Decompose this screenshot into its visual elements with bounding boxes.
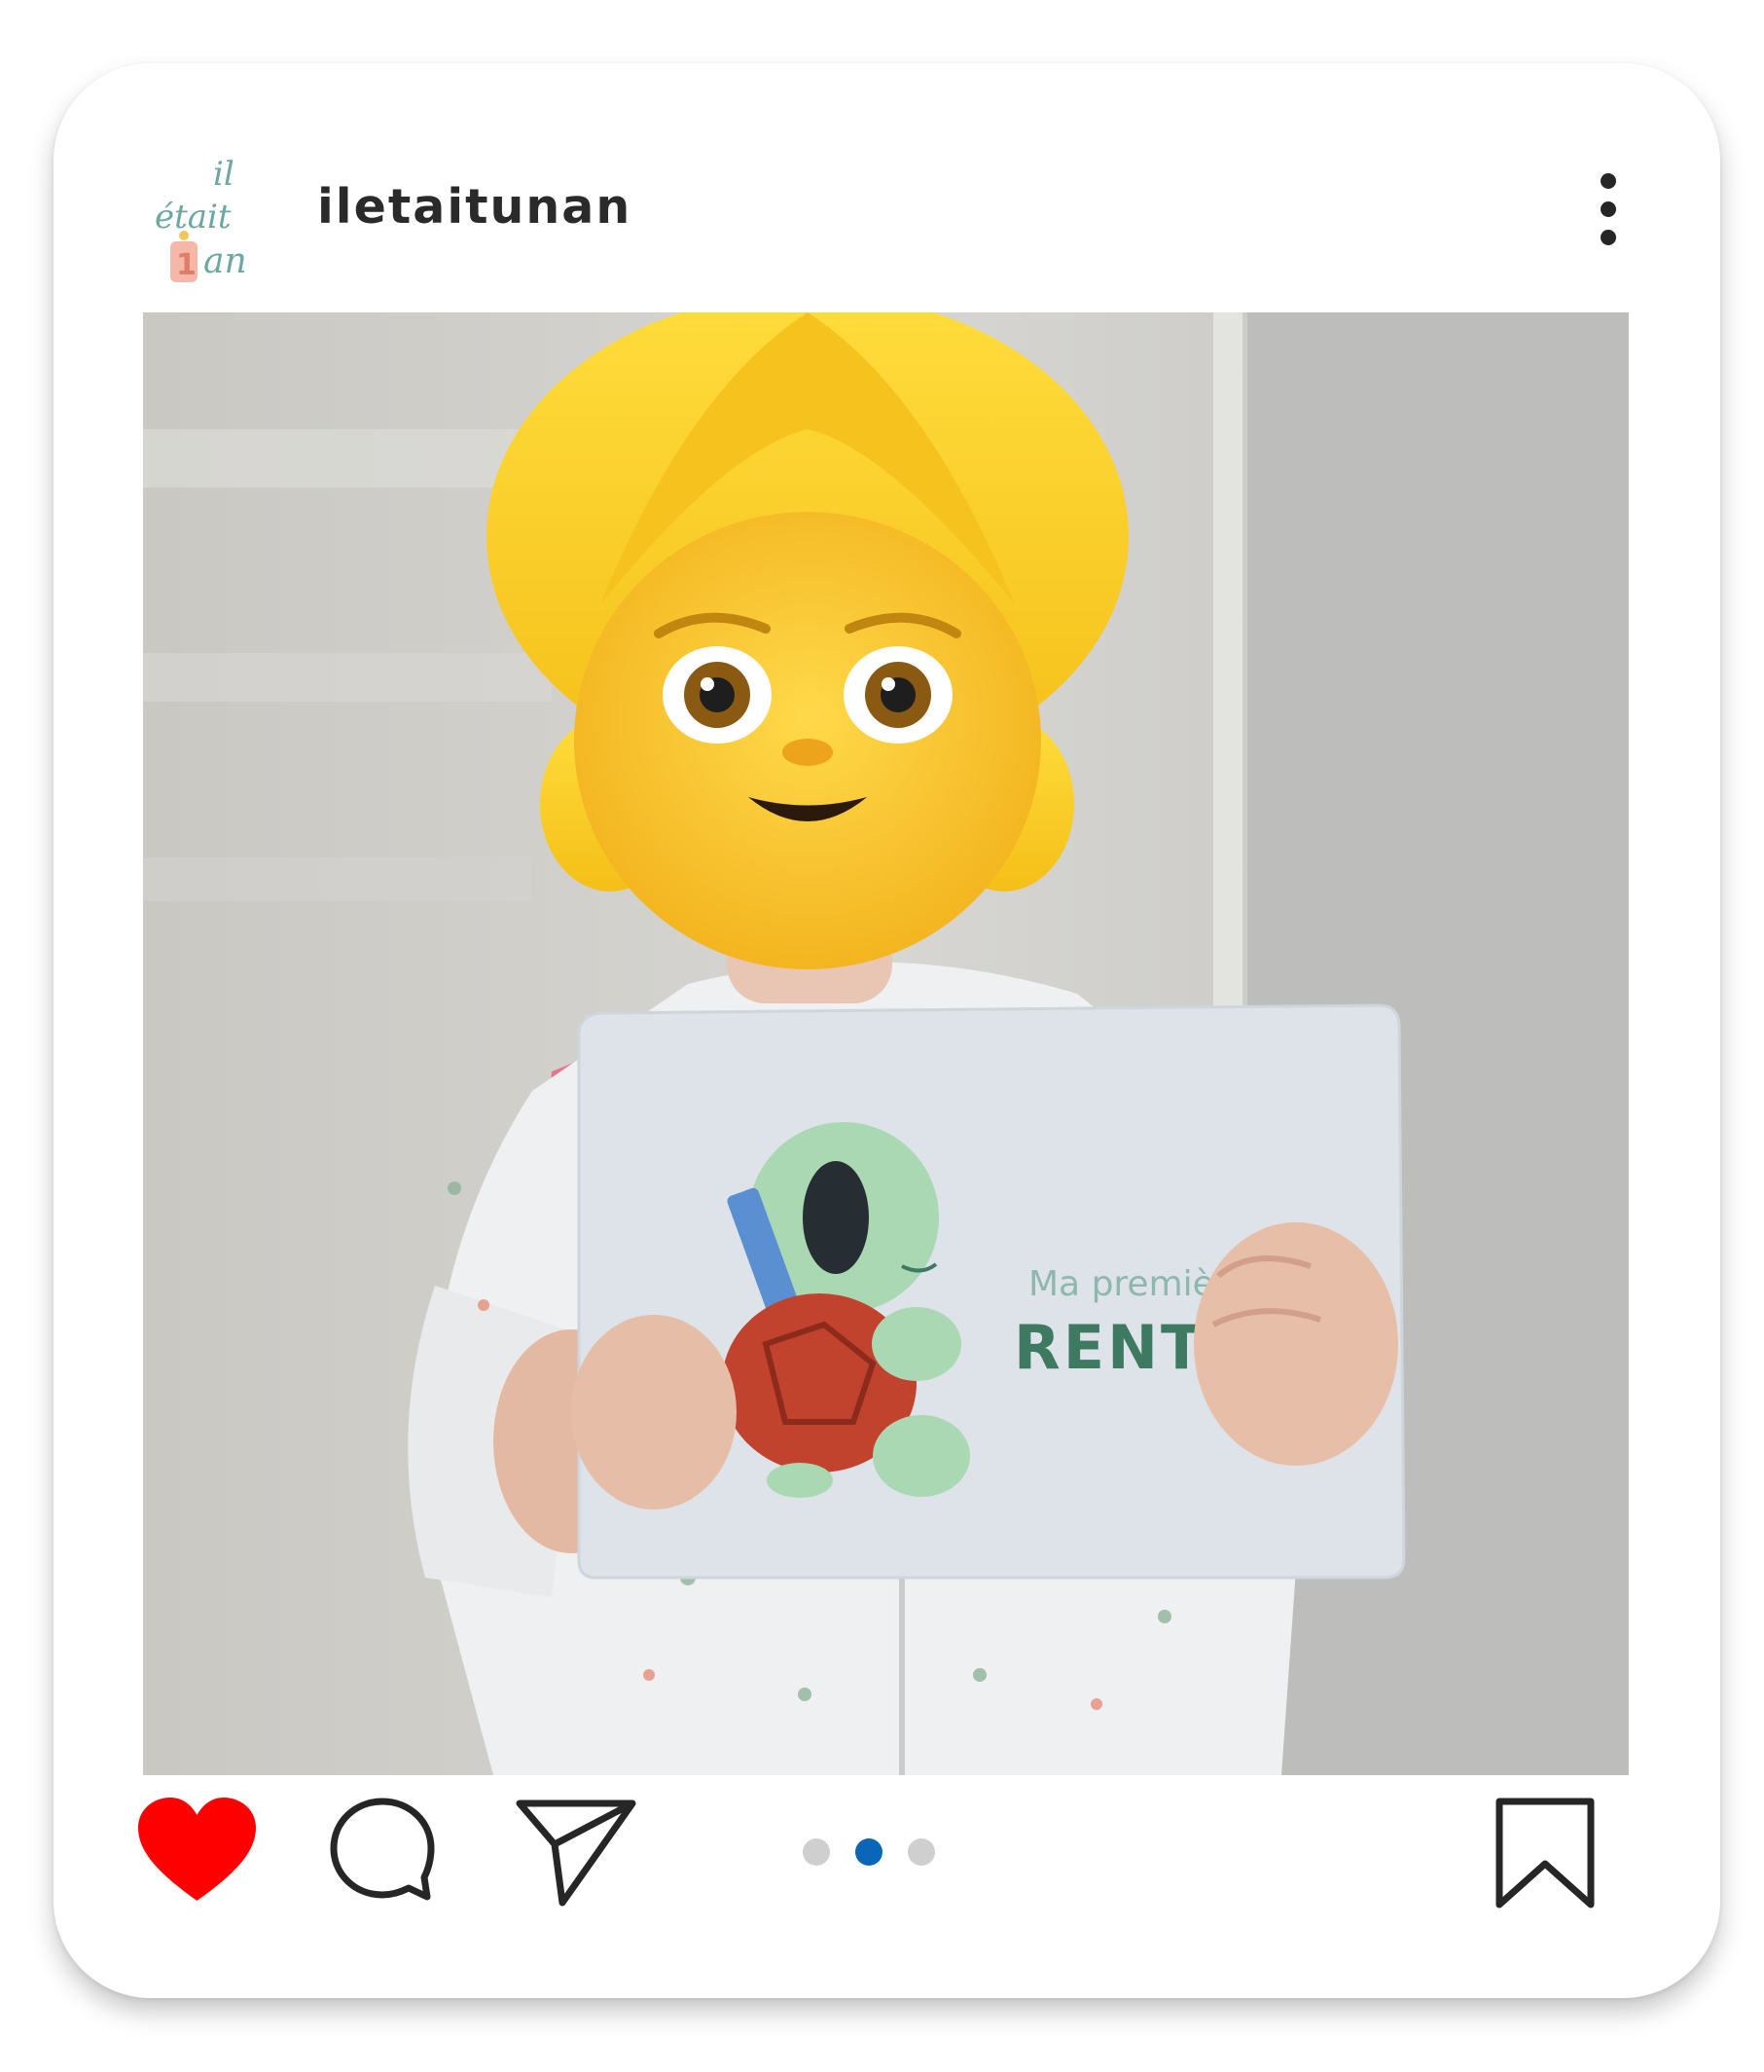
carousel-dot-2[interactable] [855,1838,882,1866]
profile-avatar[interactable]: il était an 1 [143,146,289,292]
post-photo[interactable]: Ma première RENTRÉ [143,312,1629,1775]
candle-flame-icon [179,231,189,240]
share-button[interactable] [516,1796,637,1908]
girl-emoji-face [486,312,1129,969]
post-username[interactable]: iletaitunan [317,168,631,246]
send-icon [516,1799,636,1907]
logo-line-1: il [213,155,234,194]
instagram-post-card: il était an 1 iletaitunan Ma première RE… [54,63,1720,1998]
wall-panel-stripe [143,653,552,702]
logo-digit: 1 [176,248,197,282]
wall-panel-stripe [143,857,532,901]
carousel-dot-3[interactable] [908,1838,935,1866]
bookmark-icon [1495,1798,1595,1908]
more-options-button[interactable] [1589,165,1628,253]
like-button[interactable] [136,1796,258,1908]
comment-button[interactable] [328,1796,437,1908]
child-hand-left-front [571,1315,737,1509]
post-actions-bar [54,1796,1720,1922]
photo-illustration: Ma première RENTRÉ [143,312,1629,1775]
logo-line-2: était [155,198,232,236]
brand-logo: il était an 1 [155,155,247,282]
child-hand-right [1194,1222,1398,1466]
save-button[interactable] [1492,1796,1599,1912]
heart-icon [138,1798,256,1901]
logo-line-3: an [203,241,247,281]
comment-icon [330,1798,435,1901]
more-vertical-icon [1601,173,1616,245]
carousel-indicator [803,1838,949,1868]
carousel-dot-1[interactable] [803,1838,830,1866]
